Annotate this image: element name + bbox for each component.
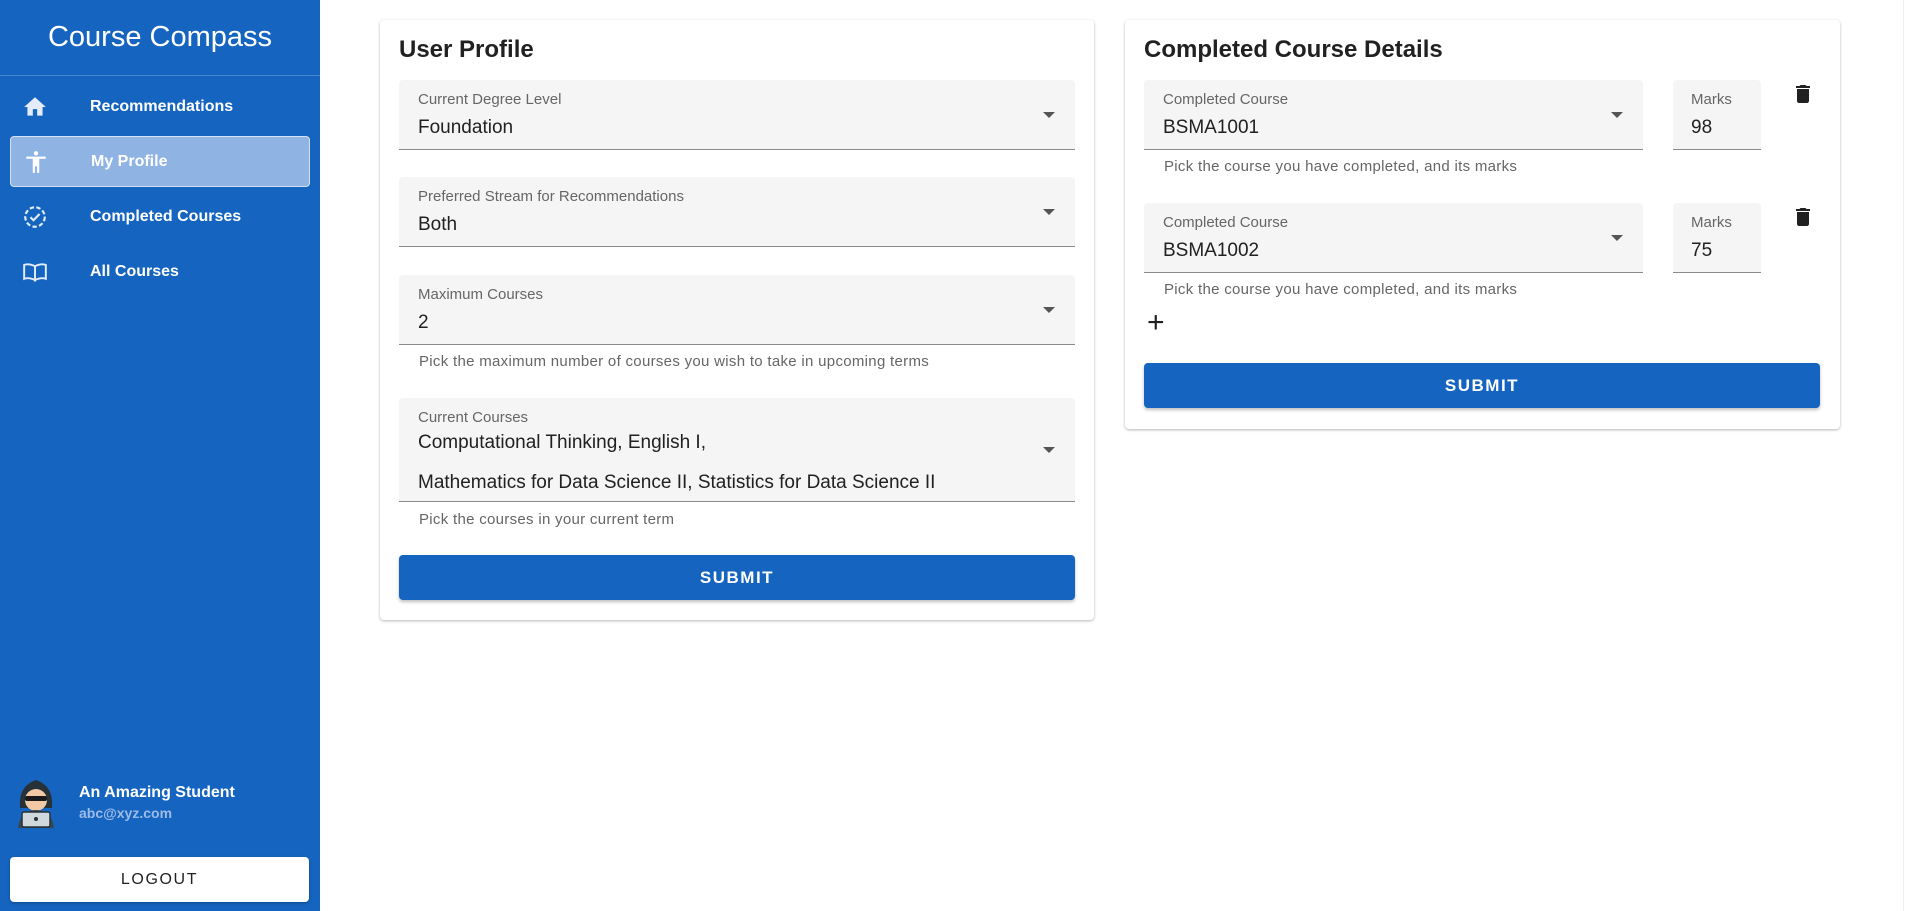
completed-course-select[interactable]: Completed Course BSMA1001 [1144,80,1643,150]
menu-book-icon [20,257,50,287]
helper-text: Pick the maximum number of courses you w… [419,353,930,370]
sidebar-item-recommendations[interactable]: Recommendations [10,81,310,132]
chevron-down-icon [1043,306,1055,313]
accessibility-icon [21,147,51,177]
scrollbar[interactable] [1903,0,1920,911]
sidebar-item-all-courses[interactable]: All Courses [10,246,310,297]
sidebar: Course Compass Recommendations My Profil… [0,0,320,911]
field-value: 75 [1691,240,1713,261]
field-label: Completed Course [1163,91,1289,108]
sidebar-item-my-profile[interactable]: My Profile [10,136,310,187]
field-value: 2 [418,312,429,333]
page-title: User Profile [399,36,534,63]
delete-icon[interactable] [1791,82,1815,106]
field-value: 98 [1691,117,1713,138]
delete-icon[interactable] [1791,205,1815,229]
current-courses-select[interactable]: Current Courses Computational Thinking, … [399,398,1075,502]
logout-button[interactable]: LOGOUT [10,857,309,902]
sidebar-item-label: My Profile [91,152,168,170]
field-value: BSMA1002 [1163,240,1260,261]
field-value: Foundation [418,117,514,138]
completed-course-card: Completed Course Details Completed Cours… [1125,20,1840,429]
field-label: Marks [1691,91,1732,108]
field-value: Computational Thinking, English I, Mathe… [418,423,935,503]
user-name: An Amazing Student [79,783,235,801]
selected-courses-line: Mathematics for Data Science II, Statist… [418,472,936,493]
avatar [18,780,54,828]
app-root: Course Compass Recommendations My Profil… [0,0,1920,911]
user-info: An Amazing Student abc@xyz.com [0,772,320,832]
helper-text: Pick the course you have completed, and … [1164,281,1518,298]
marks-input[interactable]: Marks 75 [1673,203,1761,273]
helper-text: Pick the course you have completed, and … [1164,158,1518,175]
chevron-down-icon [1043,446,1055,453]
maximum-courses-select[interactable]: Maximum Courses 2 [399,275,1075,345]
degree-level-select[interactable]: Current Degree Level Foundation [399,80,1075,150]
profile-submit-button[interactable]: SUBMIT [399,555,1075,600]
user-profile-card: User Profile Current Degree Level Founda… [380,20,1094,620]
field-label: Completed Course [1163,214,1289,231]
user-email: abc@xyz.com [79,804,173,821]
sidebar-item-label: Recommendations [90,97,234,115]
sidebar-item-label: All Courses [90,262,179,280]
add-course-icon[interactable]: + [1147,308,1165,338]
chevron-down-icon [1043,208,1055,215]
field-value: Both [418,214,458,235]
task-alt-icon [20,202,50,232]
field-label: Preferred Stream for Recommendations [418,188,684,205]
preferred-stream-select[interactable]: Preferred Stream for Recommendations Bot… [399,177,1075,247]
chevron-down-icon [1611,234,1623,241]
completed-course-select[interactable]: Completed Course BSMA1002 [1144,203,1643,273]
selected-courses-line: Computational Thinking, English I, [418,432,706,453]
home-icon [20,92,50,122]
sidebar-item-label: Completed Courses [90,207,242,225]
chevron-down-icon [1611,111,1623,118]
completed-submit-button[interactable]: SUBMIT [1144,363,1820,408]
field-label: Current Degree Level [418,91,562,108]
marks-input[interactable]: Marks 98 [1673,80,1761,150]
field-label: Marks [1691,214,1732,231]
sidebar-item-completed-courses[interactable]: Completed Courses [10,191,310,242]
brand-title: Course Compass [0,0,320,76]
field-label: Maximum Courses [418,286,544,303]
section-title: Completed Course Details [1144,36,1443,63]
field-value: BSMA1001 [1163,117,1260,138]
helper-text: Pick the courses in your current term [419,511,675,528]
sidebar-nav: Recommendations My Profile Completed Cou… [0,76,320,297]
chevron-down-icon [1043,111,1055,118]
